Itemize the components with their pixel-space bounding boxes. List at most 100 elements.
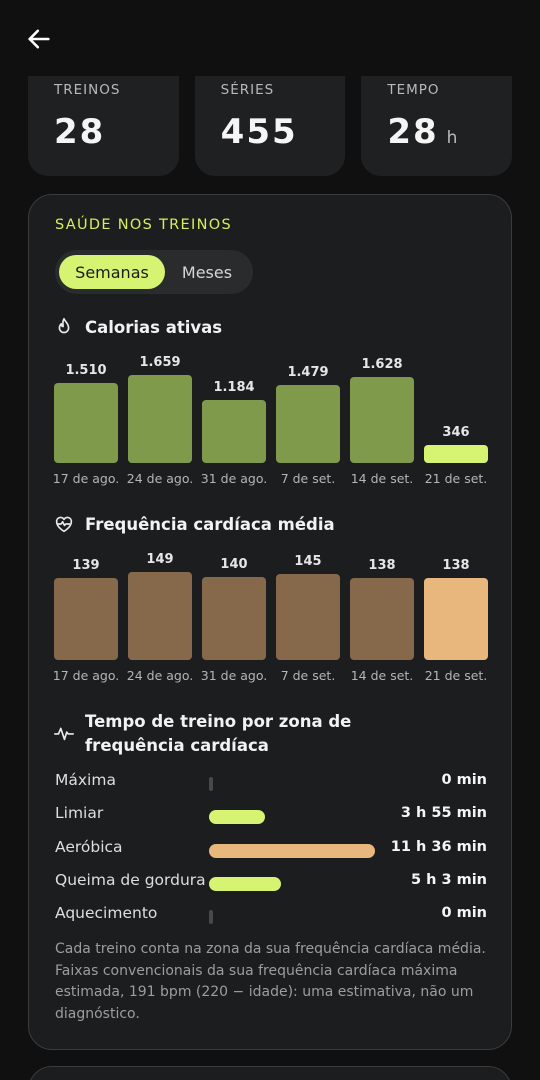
zone-bar [209, 876, 281, 891]
zone-value: 3 h 55 min [400, 805, 487, 822]
zone-name: Aquecimento [55, 904, 158, 923]
bar-date-label: 17 de ago. [52, 668, 120, 683]
zone-value: 0 min [441, 905, 487, 922]
zone-name: Queima de gordura [55, 870, 206, 889]
bar [276, 385, 340, 463]
bar-column: 1.510 17 de ago. [53, 355, 119, 486]
pulse-line-icon [54, 727, 74, 741]
back-button[interactable] [24, 24, 54, 54]
bar [424, 578, 488, 660]
calories-header: Calorias ativas [53, 316, 222, 338]
stat-value: 28 [54, 112, 106, 152]
bar [54, 383, 118, 463]
bar-date-label: 7 de set. [280, 668, 336, 683]
arrow-left-icon [28, 29, 50, 49]
bar [128, 572, 192, 660]
bar [54, 578, 118, 660]
bar-value-label: 1.628 [361, 357, 403, 372]
zone-bar [209, 777, 213, 791]
zones-note: Cada treino conta na zona da sua frequên… [55, 941, 486, 1022]
bar [202, 400, 266, 463]
zone-value: 0 min [441, 772, 487, 788]
heart-rate-chart: 139 17 de ago. 149 24 de ago. 140 31 de ago. 1… [53, 552, 488, 683]
bar-date-label: 21 de set. [424, 668, 488, 683]
bar-column: 1.659 24 de ago. [127, 355, 193, 486]
flame-icon [58, 317, 70, 334]
bar-date-label: 17 de ago. [52, 471, 120, 486]
zones-title: Tempo de treino por zona de frequência c… [85, 712, 352, 755]
stat-unit: h [446, 128, 458, 148]
bar [202, 577, 266, 660]
bar-column: 139 17 de ago. [53, 552, 119, 683]
zone-row: Queima de gordura 5 h 3 min [55, 867, 487, 900]
bar [350, 578, 414, 660]
zone-bar [209, 810, 265, 825]
bar [424, 445, 488, 463]
bar-value-label: 1.510 [65, 363, 107, 378]
next-card [28, 1066, 512, 1080]
card-title: SAÚDE NOS TREINOS [55, 217, 232, 233]
zone-bar [209, 843, 375, 858]
stat-treinos: TREINOS 28 [28, 76, 179, 176]
period-toggle: Semanas Meses [55, 250, 253, 294]
stat-label: TEMPO [387, 82, 440, 98]
bar-date-label: 14 de set. [350, 471, 414, 486]
zone-name: Máxima [55, 771, 116, 789]
bar-value-label: 1.659 [139, 355, 181, 370]
bar [350, 377, 414, 463]
bar-date-label: 24 de ago. [126, 471, 194, 486]
heart-rate-title: Frequência cardíaca média [85, 514, 335, 534]
health-card: SAÚDE NOS TREINOS Semanas Meses Calorias… [28, 194, 512, 1050]
bar-value-label: 1.479 [287, 365, 329, 380]
bar-date-label: 21 de set. [424, 471, 488, 486]
heart-rate-header: Frequência cardíaca média [53, 513, 335, 535]
bar-column: 140 31 de ago. [201, 552, 267, 683]
bar-date-label: 31 de ago. [200, 668, 268, 683]
zone-row: Aeróbica 11 h 36 min [55, 834, 487, 867]
zones-header: Tempo de treino por zona de frequência c… [53, 710, 455, 758]
stat-tempo: TEMPO 28 h [361, 76, 513, 176]
bar-date-label: 14 de set. [350, 668, 414, 683]
bar [128, 375, 192, 463]
zone-row: Aquecimento 0 min [55, 900, 487, 933]
stat-series: SÉRIES 455 [194, 76, 346, 176]
zone-name: Aeróbica [55, 837, 123, 856]
bar-value-label: 1.184 [213, 380, 255, 395]
bar-column: 149 24 de ago. [127, 552, 193, 683]
calories-chart: 1.510 17 de ago. 1.659 24 de ago. 1.184 31 de… [53, 355, 488, 486]
stat-label: TREINOS [54, 82, 121, 98]
toggle-months[interactable]: Meses [167, 255, 247, 289]
bar-column: 138 14 de set. [350, 552, 414, 683]
zone-value: 5 h 3 min [410, 871, 487, 888]
bar-date-label: 24 de ago. [126, 668, 194, 683]
bar-column: 145 7 de set. [276, 552, 340, 683]
bar-date-label: 7 de set. [280, 471, 336, 486]
bar-column: 1.184 31 de ago. [201, 355, 267, 486]
calories-title: Calorias ativas [85, 317, 223, 337]
bar-value-label: 138 [368, 558, 396, 573]
zone-name: Limiar [55, 804, 104, 823]
bar-value-label: 145 [294, 554, 322, 569]
zones-list: Máxima 0 min Limiar 3 h 55 min Aeróbica 11 h … [55, 767, 487, 933]
zone-row: Máxima 0 min [55, 767, 487, 800]
bar-value-label: 346 [442, 425, 470, 440]
bar-column: 1.479 7 de set. [276, 355, 340, 486]
bar-value-label: 138 [442, 558, 470, 573]
bar-column: 1.628 14 de set. [350, 355, 414, 486]
bar-date-label: 31 de ago. [200, 471, 268, 486]
bar-column: 138 21 de set. [424, 552, 488, 683]
toggle-weeks[interactable]: Semanas [59, 255, 165, 289]
bar-value-label: 149 [146, 552, 174, 567]
zone-bar [209, 910, 213, 925]
zone-row: Limiar 3 h 55 min [55, 800, 487, 833]
bar-column: 346 21 de set. [424, 355, 488, 486]
bar-value-label: 139 [72, 558, 100, 573]
heart-pulse-icon [55, 516, 73, 533]
stat-value: 455 [220, 112, 298, 152]
stats-row: TREINOS 28 SÉRIES 455 TEMPO 28 h [28, 76, 513, 176]
stat-label: SÉRIES [220, 82, 275, 98]
stat-value: 28 h [387, 112, 458, 152]
bar-value-label: 140 [220, 557, 248, 572]
bar [276, 574, 340, 660]
zone-value: 11 h 36 min [390, 838, 487, 855]
